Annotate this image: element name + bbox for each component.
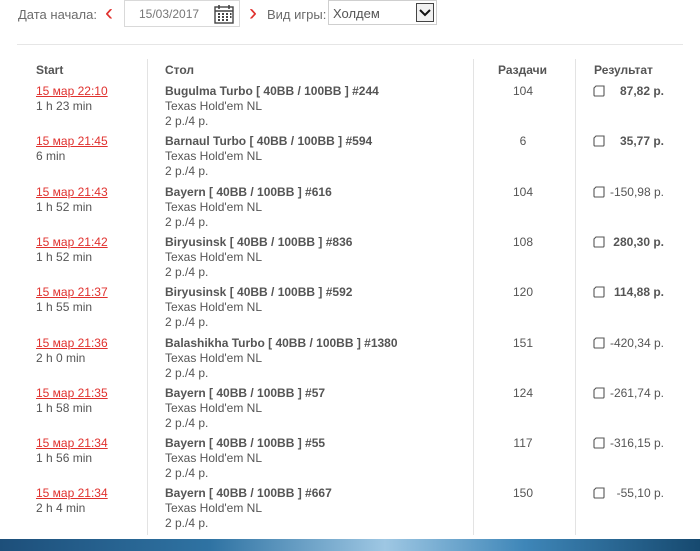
- session-start-link[interactable]: 15 мар 21:45: [36, 134, 108, 148]
- session-duration: 1 h 55 min: [36, 300, 93, 315]
- date-label: Дата начала:: [18, 7, 97, 22]
- table-name: Bayern [ 40BB / 100BB ] #667: [165, 486, 332, 501]
- game-type: Texas Hold'em NL: [165, 300, 262, 315]
- taskbar-strip: [0, 539, 700, 551]
- stakes: 2 р./4 р.: [165, 214, 209, 229]
- chips-icon[interactable]: [592, 135, 606, 147]
- session-duration: 2 h 4 min: [36, 501, 86, 516]
- stakes: 2 р./4 р.: [165, 516, 209, 531]
- table-name: Barnaul Turbo [ 40BB / 100BB ] #594: [165, 134, 373, 149]
- table-row[interactable]: 15 мар 21:42 1 h 52 min Biryusinsk [ 40BB …: [0, 235, 700, 285]
- result-amount: 280,30 р.: [613, 234, 664, 249]
- date-value: 15/03/2017: [139, 7, 200, 21]
- header-hands[interactable]: Раздачи: [498, 63, 547, 77]
- stakes: 2 р./4 р.: [165, 415, 209, 430]
- hands-count: 124: [512, 385, 534, 400]
- hands-count: 120: [512, 285, 534, 300]
- chips-icon[interactable]: [592, 437, 606, 449]
- stakes: 2 р./4 р.: [165, 466, 209, 481]
- chips-icon[interactable]: [592, 387, 606, 399]
- table-name: Bugulma Turbo [ 40BB / 100BB ] #244: [165, 84, 379, 98]
- session-start-link[interactable]: 15 мар 21:43: [36, 185, 108, 199]
- stakes: 2 р./4 р.: [165, 114, 209, 128]
- game-type: Texas Hold'em NL: [165, 451, 262, 466]
- filter-bar: Дата начала: ‹ 15/03/2017 › Вид игры: Хо…: [0, 0, 700, 30]
- game-type: Texas Hold'em NL: [165, 400, 262, 415]
- game-type: Texas Hold'em NL: [165, 501, 262, 516]
- result-amount: 87,82 р.: [619, 84, 664, 98]
- table-row[interactable]: 15 мар 21:43 1 h 52 min Bayern [ 40BB / 10…: [0, 185, 700, 235]
- table-name: Bayern [ 40BB / 100BB ] #616: [165, 184, 332, 199]
- chips-icon[interactable]: [592, 85, 606, 97]
- session-duration: 1 h 58 min: [36, 400, 93, 415]
- table-row[interactable]: 15 мар 21:45 6 min Barnaul Turbo [ 40BB / …: [0, 134, 700, 184]
- session-start-link[interactable]: 15 мар 21:34: [36, 436, 108, 450]
- game-type-select[interactable]: Холдем: [328, 0, 437, 25]
- table-row[interactable]: 15 мар 21:35 1 h 58 min Bayern [ 40BB / 10…: [0, 386, 700, 436]
- chevron-down-icon[interactable]: [416, 3, 434, 22]
- header-start[interactable]: Start: [36, 63, 63, 77]
- session-start-link[interactable]: 15 мар 21:37: [36, 285, 108, 299]
- top-divider: [17, 44, 683, 45]
- table-row[interactable]: 15 мар 21:36 2 h 0 min Balashikha Turbo [ …: [0, 336, 700, 386]
- table-row[interactable]: 15 мар 22:10 1 h 23 min Bugulma Turbo [ 40…: [0, 84, 700, 134]
- hands-count: 150: [512, 486, 534, 501]
- table-row[interactable]: 15 мар 21:34 2 h 4 min Bayern [ 40BB / 100…: [0, 486, 700, 536]
- session-start-link[interactable]: 15 мар 22:10: [36, 84, 108, 98]
- hands-count: 104: [512, 184, 534, 199]
- chips-icon[interactable]: [592, 236, 606, 248]
- hands-count: 108: [512, 234, 534, 249]
- session-duration: 1 h 52 min: [36, 249, 93, 264]
- hands-count: 151: [512, 335, 534, 350]
- hands-count: 6: [519, 134, 527, 149]
- next-date-arrow-icon[interactable]: ›: [244, 1, 262, 27]
- session-start-link[interactable]: 15 мар 21:34: [36, 486, 108, 500]
- game-type: Texas Hold'em NL: [165, 149, 262, 164]
- hands-count: 104: [512, 84, 534, 98]
- table-row[interactable]: 15 мар 21:37 1 h 55 min Biryusinsk [ 40BB …: [0, 285, 700, 335]
- game-type: Texas Hold'em NL: [165, 99, 262, 113]
- result-amount: -316,15 р.: [609, 436, 664, 451]
- table-name: Bayern [ 40BB / 100BB ] #55: [165, 436, 326, 451]
- chips-icon[interactable]: [592, 487, 606, 499]
- table-name: Bayern [ 40BB / 100BB ] #57: [165, 385, 326, 400]
- session-start-link[interactable]: 15 мар 21:42: [36, 235, 108, 249]
- session-duration: 1 h 23 min: [36, 99, 93, 113]
- calendar-icon[interactable]: [213, 3, 235, 25]
- header-table[interactable]: Стол: [165, 63, 194, 77]
- stakes: 2 р./4 р.: [165, 164, 209, 179]
- session-start-link[interactable]: 15 мар 21:36: [36, 336, 108, 350]
- session-duration: 2 h 0 min: [36, 350, 86, 365]
- session-duration: 1 h 52 min: [36, 199, 93, 214]
- session-duration: 6 min: [36, 149, 66, 164]
- session-duration: 1 h 56 min: [36, 451, 93, 466]
- result-amount: 35,77 р.: [619, 134, 664, 149]
- header-result[interactable]: Результат: [594, 63, 653, 77]
- result-amount: -261,74 р.: [609, 385, 664, 400]
- chips-icon[interactable]: [592, 336, 606, 349]
- date-field[interactable]: 15/03/2017: [124, 0, 240, 27]
- result-amount: 114,88 р.: [613, 285, 664, 300]
- hands-count: 117: [513, 436, 533, 451]
- prev-date-arrow-icon[interactable]: ‹: [100, 1, 118, 27]
- game-type: Texas Hold'em NL: [165, 249, 262, 264]
- game-type: Texas Hold'em NL: [165, 199, 262, 214]
- result-amount: -420,34 р.: [609, 335, 664, 350]
- table-row[interactable]: 15 мар 21:34 1 h 56 min Bayern [ 40BB / 10…: [0, 436, 700, 486]
- chips-icon[interactable]: [592, 186, 606, 198]
- game-type: Texas Hold'em NL: [165, 350, 262, 365]
- table-name: Biryusinsk [ 40BB / 100BB ] #592: [165, 285, 353, 300]
- stakes: 2 р./4 р.: [165, 315, 209, 330]
- game-type-label: Вид игры:: [267, 7, 327, 22]
- chips-icon[interactable]: [592, 286, 606, 298]
- result-amount: -55,10 р.: [616, 486, 664, 501]
- stakes: 2 р./4 р.: [165, 264, 209, 279]
- result-amount: -150,98 р.: [609, 184, 664, 199]
- table-name: Biryusinsk [ 40BB / 100BB ] #836: [165, 234, 353, 249]
- stakes: 2 р./4 р.: [165, 365, 209, 380]
- game-type-value: Холдем: [333, 6, 380, 21]
- session-start-link[interactable]: 15 мар 21:35: [36, 386, 108, 400]
- table-name: Balashikha Turbo [ 40BB / 100BB ] #1380: [165, 335, 398, 350]
